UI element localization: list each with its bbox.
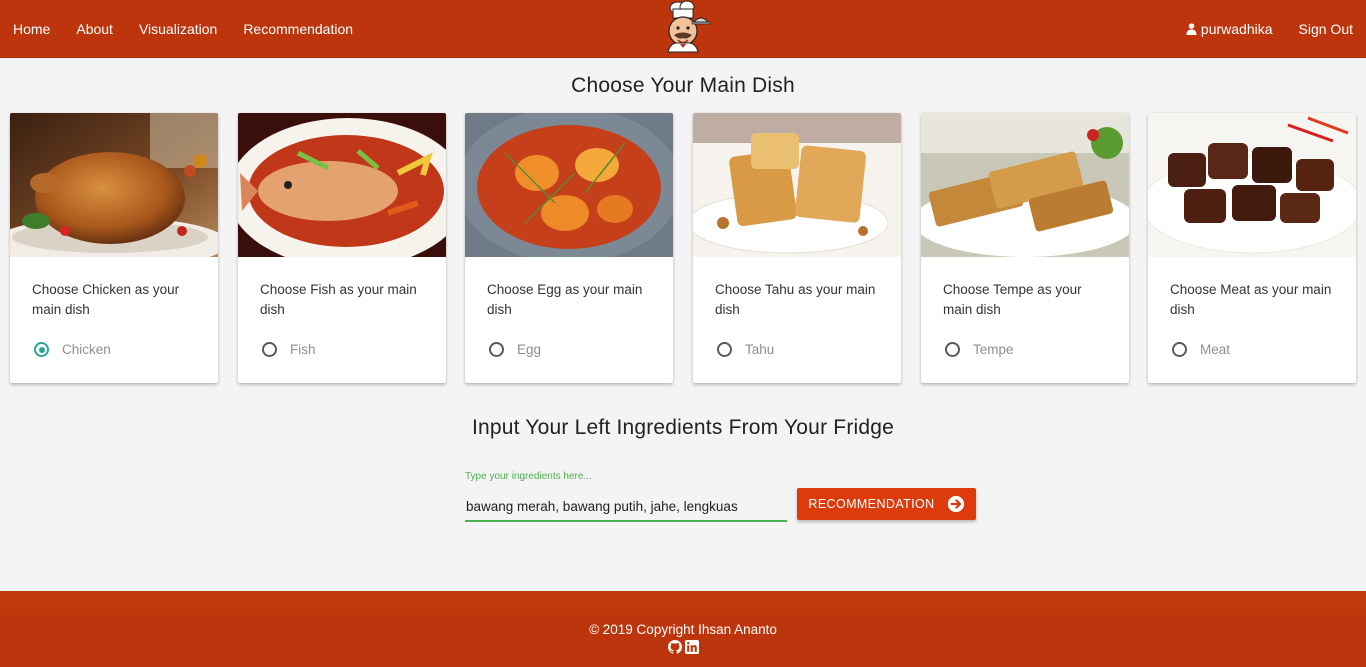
main-dish-heading: Choose Your Main Dish bbox=[571, 74, 795, 97]
radio-label: Egg bbox=[517, 342, 542, 357]
dish-card-egg: Choose Egg as your main dish Egg bbox=[465, 113, 673, 383]
fish-dish-image bbox=[238, 113, 446, 257]
footer-band bbox=[0, 591, 1366, 609]
radio-button[interactable] bbox=[262, 342, 277, 357]
radio-tahu[interactable]: Tahu bbox=[717, 342, 774, 357]
ingredients-input-group: Type your ingredients here... bbox=[465, 468, 787, 524]
ingredients-input-label: Type your ingredients here... bbox=[465, 471, 592, 482]
card-description: Choose Chicken as your main dish bbox=[32, 282, 180, 317]
footer: © 2019 Copyright Ihsan Ananto bbox=[0, 591, 1366, 667]
roast-chicken-image bbox=[10, 113, 218, 257]
radio-egg[interactable]: Egg bbox=[489, 342, 541, 357]
tempe-dish-image bbox=[921, 113, 1129, 257]
radio-button[interactable] bbox=[717, 342, 732, 357]
card-description: Choose Meat as your main dish bbox=[1170, 282, 1332, 317]
radio-label: Tempe bbox=[973, 342, 1014, 357]
radio-button[interactable] bbox=[945, 342, 960, 357]
nav-links: Home About Visualization Recommendation bbox=[0, 0, 366, 58]
card-description: Choose Fish as your main dish bbox=[260, 282, 417, 317]
radio-label: Chicken bbox=[62, 342, 111, 357]
arrow-right-circle-icon bbox=[947, 495, 964, 513]
egg-dish-image bbox=[465, 113, 673, 257]
radio-label: Fish bbox=[290, 342, 316, 357]
card-description: Choose Tempe as your main dish bbox=[943, 282, 1082, 317]
radio-button-checked[interactable] bbox=[34, 342, 49, 357]
nav-about-link[interactable]: About bbox=[63, 0, 126, 58]
user-icon bbox=[1186, 23, 1197, 35]
radio-chicken[interactable]: Chicken bbox=[34, 342, 111, 357]
meat-dish-image bbox=[1148, 113, 1356, 257]
chef-logo-icon[interactable] bbox=[654, 0, 712, 56]
sign-out-link[interactable]: Sign Out bbox=[1286, 0, 1366, 58]
linkedin-icon[interactable] bbox=[685, 640, 699, 654]
dish-card-tempe: Choose Tempe as your main dish Tempe bbox=[921, 113, 1129, 383]
dish-card-meat: Choose Meat as your main dish Meat bbox=[1148, 113, 1356, 383]
nav-user-link[interactable]: purwadhika bbox=[1173, 0, 1286, 58]
github-icon[interactable] bbox=[668, 640, 683, 654]
radio-label: Tahu bbox=[745, 342, 775, 357]
footer-copyright: © 2019 Copyright Ihsan Ananto bbox=[589, 622, 777, 637]
nav-visualization-link[interactable]: Visualization bbox=[126, 0, 230, 58]
nav-user-area: purwadhika Sign Out bbox=[1173, 0, 1366, 58]
radio-label: Meat bbox=[1200, 342, 1231, 357]
radio-fish[interactable]: Fish bbox=[262, 342, 316, 357]
card-description: Choose Egg as your main dish bbox=[487, 282, 643, 317]
recommendation-button[interactable]: RECOMMENDATION bbox=[797, 488, 976, 520]
radio-tempe[interactable]: Tempe bbox=[945, 342, 1014, 357]
recommendation-button-label: RECOMMENDATION bbox=[808, 497, 935, 511]
radio-button[interactable] bbox=[1172, 342, 1187, 357]
nav-username: purwadhika bbox=[1200, 21, 1273, 37]
nav-home-link[interactable]: Home bbox=[0, 0, 63, 58]
ingredients-input[interactable] bbox=[465, 492, 787, 522]
dish-card-chicken: Choose Chicken as your main dish Chicken bbox=[10, 113, 218, 383]
footer-social-links bbox=[668, 640, 699, 654]
dish-card-tahu: Choose Tahu as your main dish Tahu bbox=[693, 113, 901, 383]
nav-recommendation-link[interactable]: Recommendation bbox=[230, 0, 366, 58]
tahu-dish-image bbox=[693, 113, 901, 257]
dish-card-fish: Choose Fish as your main dish Fish bbox=[238, 113, 446, 383]
top-navbar: Home About Visualization Recommendation bbox=[0, 0, 1366, 58]
card-description: Choose Tahu as your main dish bbox=[715, 282, 876, 317]
ingredients-heading: Input Your Left Ingredients From Your Fr… bbox=[471, 416, 895, 439]
radio-meat[interactable]: Meat bbox=[1172, 342, 1230, 357]
radio-button[interactable] bbox=[489, 342, 504, 357]
